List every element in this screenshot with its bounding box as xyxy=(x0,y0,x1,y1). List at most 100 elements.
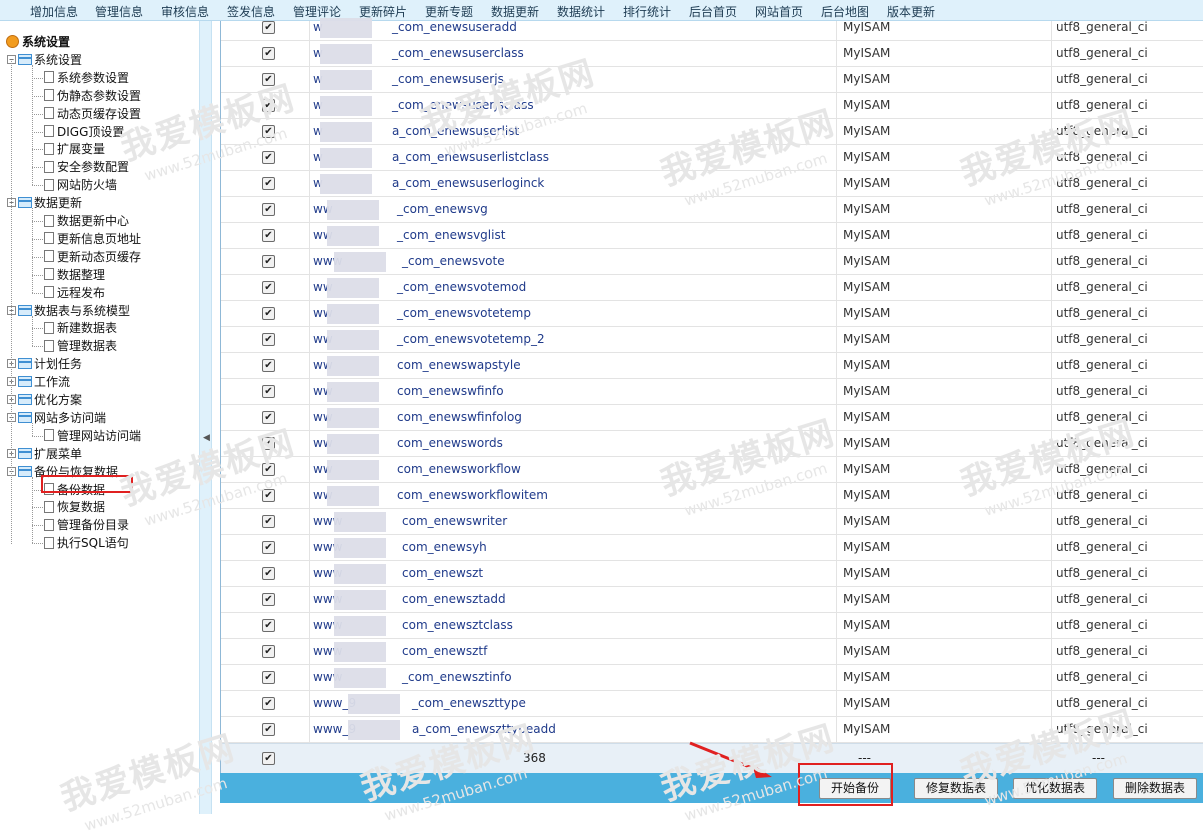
row-checkbox[interactable]: ✔ xyxy=(262,73,275,86)
table-name[interactable]: com_enewsztf xyxy=(402,644,487,658)
table-row[interactable]: ✔ ww com_enewswapstyle MyISAM utf8_general_c… xyxy=(221,353,1203,379)
tree-group[interactable]: + 计划任务 xyxy=(7,355,82,372)
table-row[interactable]: ✔ www_9 a_com_enewszttypeadd MyISAM utf8_gen… xyxy=(221,717,1203,743)
row-checkbox[interactable]: ✔ xyxy=(262,619,275,632)
row-checkbox[interactable]: ✔ xyxy=(262,21,275,34)
tree-item[interactable]: DIGG顶设置 xyxy=(44,123,124,140)
row-checkbox[interactable]: ✔ xyxy=(262,489,275,502)
tree-group[interactable]: + 工作流 xyxy=(7,373,70,390)
table-row[interactable]: ✔ w a_com_enewsuserloginck MyISAM utf8_gener… xyxy=(221,171,1203,197)
tree-group[interactable]: − 数据更新 xyxy=(7,194,82,211)
tree-item[interactable]: 扩展变量 xyxy=(44,140,105,157)
row-checkbox[interactable]: ✔ xyxy=(262,359,275,372)
row-checkbox[interactable]: ✔ xyxy=(262,567,275,580)
row-checkbox[interactable]: ✔ xyxy=(262,671,275,684)
table-name[interactable]: a_com_enewsuserlistclass xyxy=(392,150,549,164)
table-name[interactable]: com_enewswords xyxy=(397,436,503,450)
table-name[interactable]: _com_enewsuseradd xyxy=(392,20,517,34)
row-checkbox[interactable]: ✔ xyxy=(262,177,275,190)
tree-item[interactable]: 执行SQL语句 xyxy=(44,534,129,551)
row-checkbox[interactable]: ✔ xyxy=(262,645,275,658)
row-checkbox[interactable]: ✔ xyxy=(262,411,275,424)
row-checkbox[interactable]: ✔ xyxy=(262,593,275,606)
tree-group[interactable]: − 数据表与系统模型 xyxy=(7,302,130,319)
table-row[interactable]: ✔ www _com_enewsztinfo MyISAM utf8_general_c… xyxy=(221,665,1203,691)
tree-item[interactable]: 系统参数设置 xyxy=(44,69,129,86)
row-checkbox[interactable]: ✔ xyxy=(262,307,275,320)
table-name[interactable]: com_enewsworkflow xyxy=(397,462,521,476)
table-row[interactable]: ✔ www com_enewsztf MyISAM utf8_general_ci xyxy=(221,639,1203,665)
row-checkbox[interactable]: ✔ xyxy=(262,437,275,450)
table-name[interactable]: _com_enewsvglist xyxy=(397,228,505,242)
tree-item[interactable]: 管理网站访问端 xyxy=(44,427,141,444)
table-row[interactable]: ✔ ww _com_enewsvotetemp MyISAM utf8_general_… xyxy=(221,301,1203,327)
table-row[interactable]: ✔ w _com_enewsuserjsclass MyISAM utf8_genera… xyxy=(221,93,1203,119)
row-checkbox[interactable]: ✔ xyxy=(262,333,275,346)
tree-item[interactable]: 伪静态参数设置 xyxy=(44,87,141,104)
collapse-arrow-icon[interactable]: ◀ xyxy=(203,433,210,443)
table-row[interactable]: ✔ www com_enewsztadd MyISAM utf8_general_ci xyxy=(221,587,1203,613)
tree-item[interactable]: 远程发布 xyxy=(44,284,105,301)
tree-item[interactable]: 新建数据表 xyxy=(44,319,117,336)
tree-item[interactable]: 网站防火墙 xyxy=(44,176,117,193)
row-checkbox[interactable]: ✔ xyxy=(262,541,275,554)
table-name[interactable]: _com_enewsztinfo xyxy=(402,670,512,684)
table-name[interactable]: _com_enewszttype xyxy=(412,696,526,710)
table-row[interactable]: ✔ www_9 _com_enewszttype MyISAM utf8_general… xyxy=(221,691,1203,717)
row-checkbox[interactable]: ✔ xyxy=(262,203,275,216)
row-checkbox[interactable]: ✔ xyxy=(262,515,275,528)
table-row[interactable]: ✔ ww com_enewswfinfo MyISAM utf8_general_ci xyxy=(221,379,1203,405)
table-name[interactable]: _com_enewsvotetemp xyxy=(397,306,531,320)
table-name[interactable]: com_enewszt xyxy=(402,566,483,580)
tree-item[interactable]: 更新动态页缓存 xyxy=(44,248,141,265)
table-name[interactable]: com_enewswfinfo xyxy=(397,384,504,398)
repair-tables-button[interactable]: 修复数据表 xyxy=(914,778,998,799)
table-row[interactable]: ✔ w _com_enewsuseradd MyISAM utf8_general_ci xyxy=(221,15,1203,41)
row-checkbox[interactable]: ✔ xyxy=(262,151,275,164)
table-row[interactable]: ✔ ww _com_enewsvotetemp_2 MyISAM utf8_genera… xyxy=(221,327,1203,353)
row-checkbox[interactable]: ✔ xyxy=(262,47,275,60)
row-checkbox[interactable]: ✔ xyxy=(262,125,275,138)
row-checkbox[interactable]: ✔ xyxy=(262,99,275,112)
table-name[interactable]: a_com_enewsuserlist xyxy=(392,124,519,138)
tree-item[interactable]: 管理数据表 xyxy=(44,337,117,354)
nav-item[interactable]: 审核信息 xyxy=(161,3,209,20)
tree-item[interactable]: 更新信息页地址 xyxy=(44,230,141,247)
table-name[interactable]: com_enewswfinfolog xyxy=(397,410,522,424)
tree-item[interactable]: 数据更新中心 xyxy=(44,212,129,229)
table-name[interactable]: _com_enewsuserjsclass xyxy=(392,98,534,112)
tree-item[interactable]: 管理备份目录 xyxy=(44,516,129,533)
tree-item[interactable]: 恢复数据 xyxy=(44,498,105,515)
table-row[interactable]: ✔ w a_com_enewsuserlist MyISAM utf8_general_… xyxy=(221,119,1203,145)
table-name[interactable]: a_com_enewszttypeadd xyxy=(412,722,556,736)
nav-item[interactable]: 增加信息 xyxy=(30,3,78,20)
table-name[interactable]: _com_enewsvotetemp_2 xyxy=(397,332,545,346)
table-name[interactable]: com_enewsztclass xyxy=(402,618,513,632)
optimize-tables-button[interactable]: 优化数据表 xyxy=(1013,778,1097,799)
table-name[interactable]: _com_enewsvote xyxy=(402,254,505,268)
tree-item[interactable]: 数据整理 xyxy=(44,266,105,283)
tree-group[interactable]: + 优化方案 xyxy=(7,391,82,408)
tree-group[interactable]: − 网站多访问端 xyxy=(7,409,106,426)
table-name[interactable]: com_enewsyh xyxy=(402,540,487,554)
table-row[interactable]: ✔ www com_enewszt MyISAM utf8_general_ci xyxy=(221,561,1203,587)
sidebar-splitter[interactable]: ◀ xyxy=(199,21,212,814)
table-name[interactable]: _com_enewsuserclass xyxy=(392,46,524,60)
row-checkbox[interactable]: ✔ xyxy=(262,281,275,294)
table-row[interactable]: ✔ w _com_enewsuserjs MyISAM utf8_general_ci xyxy=(221,67,1203,93)
nav-item[interactable]: 管理信息 xyxy=(95,3,143,20)
tree-item[interactable]: 动态页缓存设置 xyxy=(44,105,141,122)
table-row[interactable]: ✔ ww _com_enewsvg MyISAM utf8_general_ci xyxy=(221,197,1203,223)
select-all-checkbox[interactable]: ✔ xyxy=(262,752,275,765)
table-row[interactable]: ✔ ww com_enewswfinfolog MyISAM utf8_general_… xyxy=(221,405,1203,431)
table-name[interactable]: com_enewswriter xyxy=(402,514,507,528)
delete-tables-button[interactable]: 删除数据表 xyxy=(1113,778,1197,799)
table-row[interactable]: ✔ ww _com_enewsvotemod MyISAM utf8_general_c… xyxy=(221,275,1203,301)
table-name[interactable]: _com_enewsvg xyxy=(397,202,488,216)
table-row[interactable]: ✔ w a_com_enewsuserlistclass MyISAM utf8_gen… xyxy=(221,145,1203,171)
tree-group[interactable]: + 扩展菜单 xyxy=(7,445,82,462)
table-row[interactable]: ✔ www com_enewsyh MyISAM utf8_general_ci xyxy=(221,535,1203,561)
row-checkbox[interactable]: ✔ xyxy=(262,723,275,736)
table-name[interactable]: _com_enewsuserjs xyxy=(392,72,504,86)
row-checkbox[interactable]: ✔ xyxy=(262,255,275,268)
